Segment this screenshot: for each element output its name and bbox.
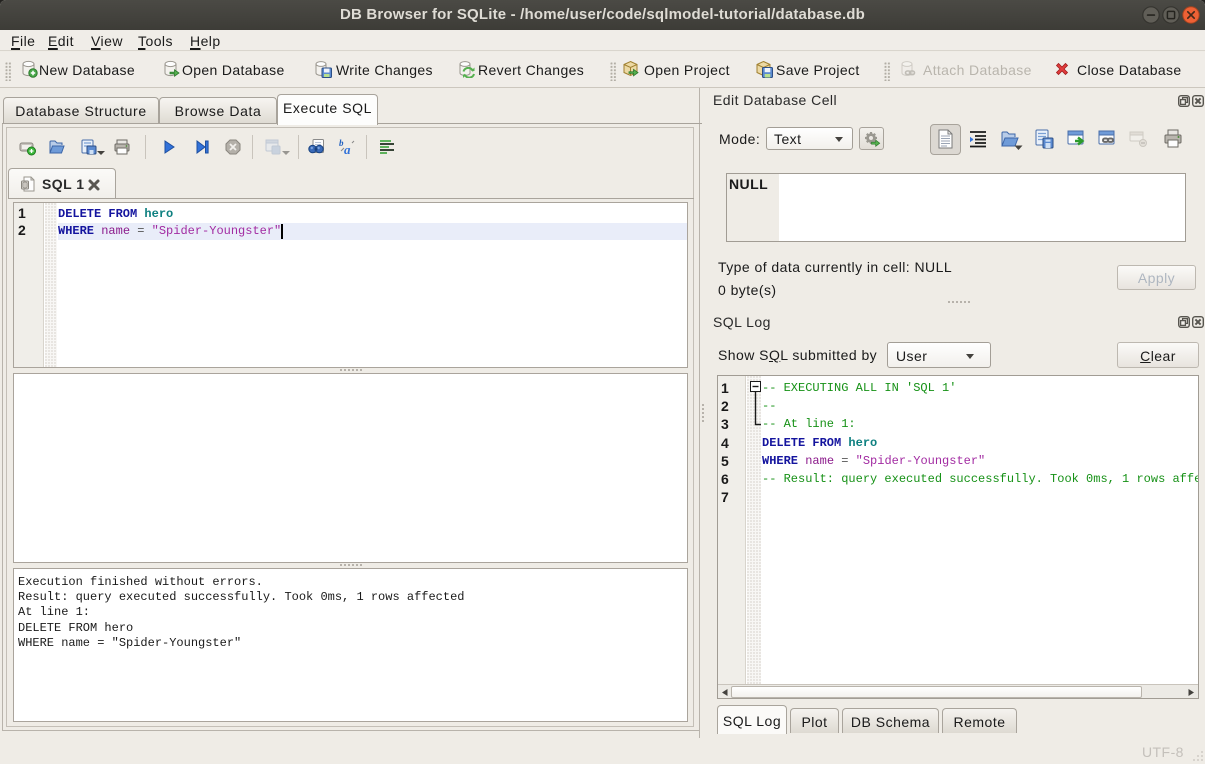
svg-text:a: a [344, 142, 351, 156]
